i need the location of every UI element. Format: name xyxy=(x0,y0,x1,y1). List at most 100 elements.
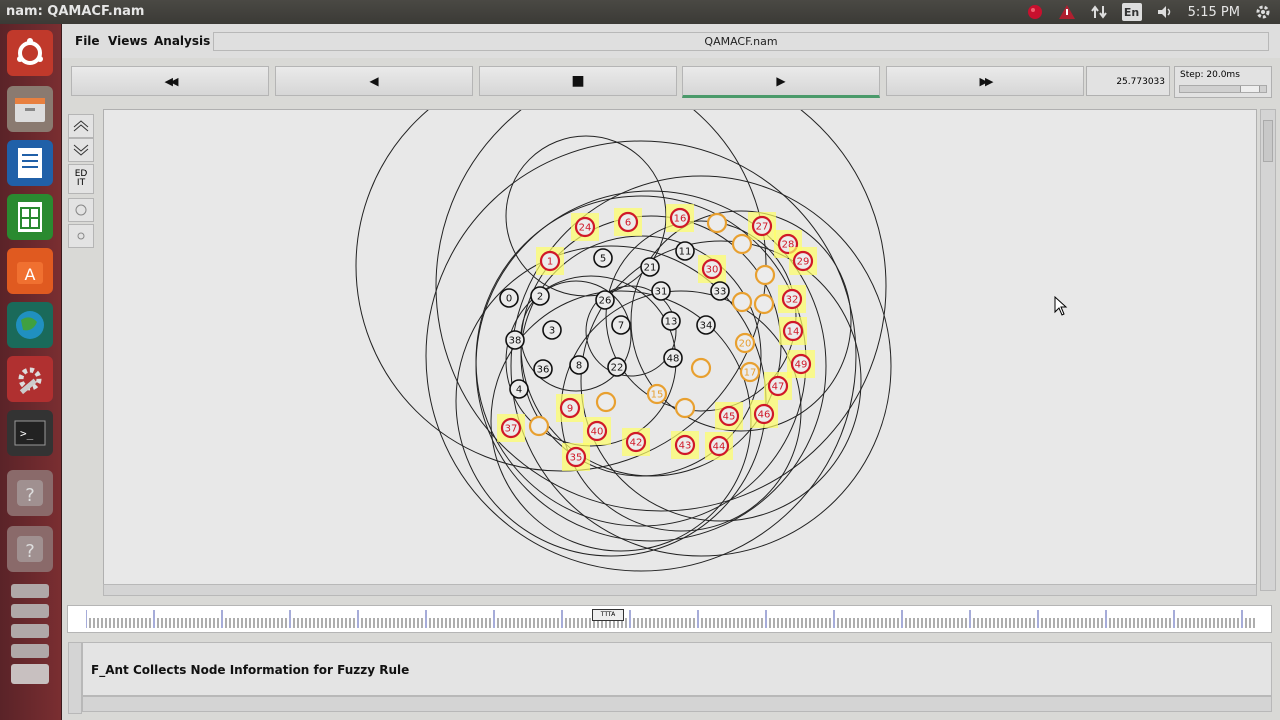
network-node[interactable]: 37 xyxy=(497,414,525,442)
network-node[interactable] xyxy=(731,291,753,313)
network-node[interactable]: 3 xyxy=(542,320,562,340)
unknown-app-icon[interactable]: ? xyxy=(7,470,53,516)
network-node[interactable] xyxy=(674,397,696,419)
unknown-app-icon[interactable]: ? xyxy=(7,526,53,572)
step-slider[interactable] xyxy=(1179,85,1267,93)
browser-icon[interactable] xyxy=(7,302,53,348)
network-node[interactable]: 6 xyxy=(614,208,642,236)
network-node[interactable]: 20 xyxy=(734,332,756,354)
stop-icon: ■ xyxy=(571,73,585,89)
network-node[interactable]: 9 xyxy=(556,394,584,422)
network-node[interactable]: 2 xyxy=(530,286,550,306)
network-node[interactable]: 8 xyxy=(569,355,589,375)
ubuntu-dash-icon[interactable] xyxy=(7,30,53,76)
network-node[interactable]: 42 xyxy=(622,428,650,456)
network-node[interactable] xyxy=(753,293,775,315)
writer-icon[interactable] xyxy=(7,140,53,186)
network-graph: 24 6 162728291 511300 2 262131 33323 7 13 341438 2… xyxy=(355,110,892,572)
network-node[interactable]: 29 xyxy=(789,247,817,275)
step-back-button[interactable]: ◀ xyxy=(275,66,473,96)
software-center-icon[interactable]: A xyxy=(7,248,53,294)
zoom-toolbar: ED IT xyxy=(66,110,98,590)
annotation-horizontal-scrollbar[interactable] xyxy=(82,696,1272,712)
network-node[interactable] xyxy=(754,264,776,286)
network-node[interactable]: 48 xyxy=(663,348,683,368)
node-label: 22 xyxy=(611,363,624,374)
network-node[interactable]: 47 xyxy=(764,372,792,400)
node-circle xyxy=(595,391,617,413)
network-node[interactable]: 22 xyxy=(607,357,627,377)
zoom-in-button[interactable] xyxy=(68,114,94,138)
terminal-icon[interactable]: >_ xyxy=(7,410,53,456)
node-tool-large[interactable] xyxy=(68,198,94,222)
workspace-stack-icon[interactable] xyxy=(7,580,53,690)
keyboard-language-indicator[interactable]: En xyxy=(1121,3,1142,21)
network-node[interactable]: 11 xyxy=(675,241,695,261)
menu-analysis[interactable]: Analysis xyxy=(154,34,210,48)
menu-file[interactable]: File xyxy=(75,34,100,48)
network-node[interactable]: 38 xyxy=(505,330,525,350)
canvas-vertical-scrollbar[interactable] xyxy=(1260,109,1276,591)
stop-button[interactable]: ■ xyxy=(479,66,677,96)
network-node[interactable] xyxy=(731,233,753,255)
system-settings-icon[interactable] xyxy=(7,356,53,402)
annotation-panel: F_Ant Collects Node Information for Fuzz… xyxy=(82,642,1272,696)
rewind-button[interactable]: ◀◀ xyxy=(71,66,269,96)
network-node[interactable]: 31 xyxy=(651,281,671,301)
network-node[interactable]: 5 xyxy=(593,248,613,268)
network-node[interactable]: 33 xyxy=(710,281,730,301)
network-node[interactable] xyxy=(528,415,550,437)
network-node[interactable]: 7 xyxy=(611,315,631,335)
clock[interactable]: 5:15 PM xyxy=(1188,5,1240,20)
network-node[interactable]: 45 xyxy=(715,402,743,430)
network-node[interactable]: 27 xyxy=(748,212,776,240)
settings-gear-icon[interactable] xyxy=(1254,3,1272,21)
network-node[interactable]: 32 xyxy=(778,285,806,313)
network-node[interactable]: 13 xyxy=(661,311,681,331)
network-node[interactable]: 43 xyxy=(671,431,699,459)
network-node[interactable]: 30 xyxy=(698,255,726,283)
network-icon[interactable] xyxy=(1090,3,1108,21)
timeline-thumb[interactable]: TTTA xyxy=(592,609,624,621)
network-canvas[interactable]: 24 6 16 27 28 29 1 5 11 30 0 2 26 21 31 33 32 3 7 13 34 14 38 2… xyxy=(103,109,1257,585)
warning-icon[interactable] xyxy=(1058,3,1076,21)
network-node[interactable]: 15 xyxy=(646,383,668,405)
node-label: 48 xyxy=(667,354,680,365)
network-node[interactable]: 46 xyxy=(750,400,778,428)
file-name-field: QAMACF.nam xyxy=(213,32,1269,51)
canvas-horizontal-scrollbar[interactable] xyxy=(103,584,1257,596)
network-node[interactable]: 34 xyxy=(696,315,716,335)
menu-views[interactable]: Views xyxy=(108,34,148,48)
node-tool-small[interactable] xyxy=(68,224,94,248)
network-node[interactable]: 21 xyxy=(640,257,660,277)
network-node[interactable]: 17 xyxy=(739,361,761,383)
edit-button[interactable]: ED IT xyxy=(68,164,94,194)
network-node[interactable]: 40 xyxy=(583,417,611,445)
record-icon[interactable] xyxy=(1026,3,1044,21)
step-slider-thumb[interactable] xyxy=(1240,86,1260,92)
network-node[interactable] xyxy=(595,391,617,413)
network-node[interactable]: 44 xyxy=(705,432,733,460)
vertical-scroll-thumb[interactable] xyxy=(1263,120,1273,162)
network-node[interactable]: 4 xyxy=(509,379,529,399)
network-node[interactable]: 35 xyxy=(562,443,590,471)
network-node[interactable]: 36 xyxy=(533,359,553,379)
annotation-vertical-scrollbar[interactable] xyxy=(68,642,82,714)
files-icon[interactable] xyxy=(7,86,53,132)
network-node[interactable] xyxy=(706,212,728,234)
node-circle xyxy=(528,415,550,437)
network-node[interactable]: 24 xyxy=(571,213,599,241)
network-node[interactable]: 0 xyxy=(499,288,519,308)
network-node[interactable]: 14 xyxy=(779,317,807,345)
zoom-out-button[interactable] xyxy=(68,138,94,162)
timeline-slider[interactable]: TTTA xyxy=(67,605,1272,633)
calc-icon[interactable] xyxy=(7,194,53,240)
network-node[interactable]: 26 xyxy=(595,290,615,310)
network-node[interactable] xyxy=(690,357,712,379)
network-node[interactable]: 1 xyxy=(536,247,564,275)
fast-forward-button[interactable]: ▶▶ xyxy=(886,66,1084,96)
network-node[interactable]: 16 xyxy=(666,204,694,232)
play-button[interactable]: ▶ xyxy=(682,66,880,98)
volume-icon[interactable] xyxy=(1156,3,1174,21)
node-label: 14 xyxy=(787,327,800,338)
